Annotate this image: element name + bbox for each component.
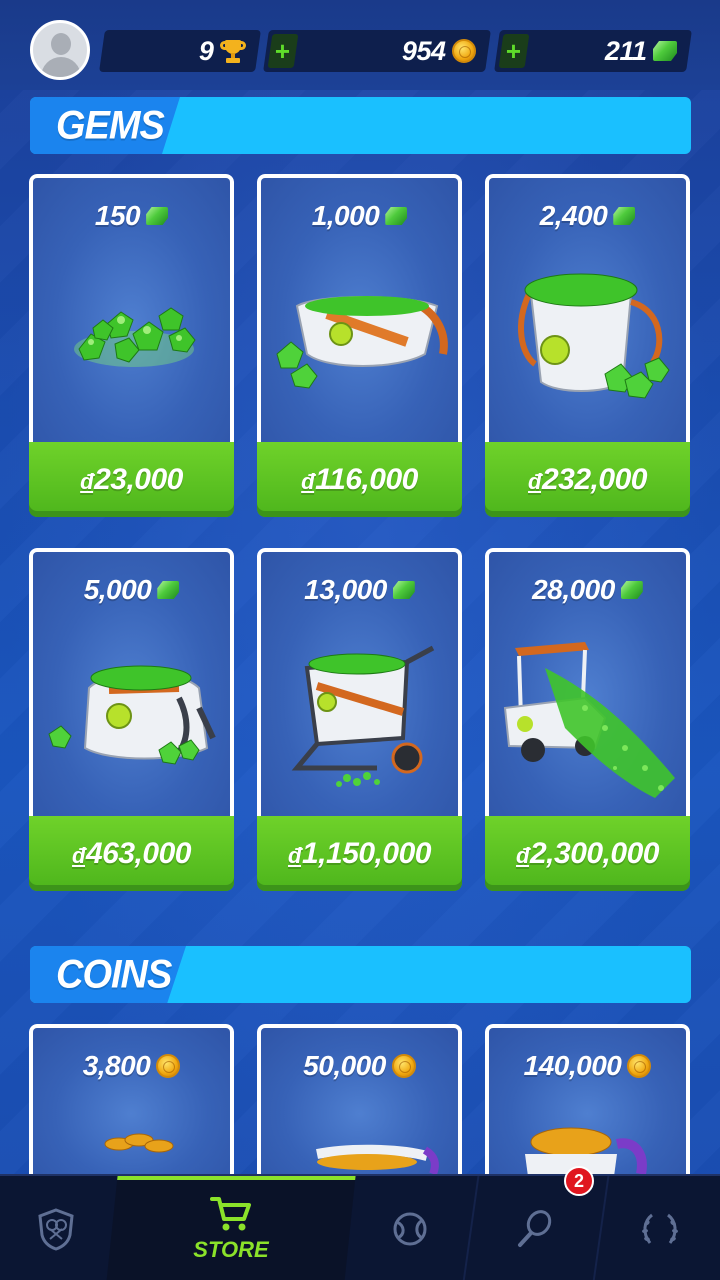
gem-pack-card[interactable]: 5,000 đ463,000 [29,548,234,891]
gem-icon [653,41,677,61]
gem-pack-price: 1,150,000 [301,836,431,870]
gem-pack-price: 23,000 [94,462,183,496]
coin-icon [627,1054,652,1078]
gem-pouch-image [276,296,448,389]
gem-pack-card[interactable]: 13,000 đ1,150,000 [257,548,462,891]
gem-bucket-image [518,273,670,399]
gem-pack-card[interactable]: 1,000 đ116,000 [257,174,462,517]
top-bar: 9 + 954 + 211 [0,0,720,90]
shield-racket-icon [38,1208,74,1251]
nav-club-tab[interactable] [0,1176,112,1280]
gem-pack-amount: 1,000 [311,200,380,231]
gems-section-header: GEMS [30,97,691,154]
gem-pack-price-button[interactable]: đ1,150,000 [257,816,462,891]
trophy-count: 9 [199,35,214,66]
bottom-navigation: STORE 2 [0,1166,720,1280]
nav-store-label: STORE [193,1237,269,1262]
gem-icon [146,207,169,225]
gem-pack-amount: 28,000 [532,574,615,605]
gem-pack-price-button[interactable]: đ116,000 [257,442,462,517]
coin-pack-card[interactable]: 3,800 [29,1024,234,1184]
nav-store-tab[interactable]: STORE [112,1176,350,1280]
tennis-ball-icon [393,1212,427,1246]
gem-pack-card[interactable]: 28,000 đ2,300,000 [485,548,690,891]
gem-pack-price-button[interactable]: đ232,000 [485,442,690,517]
coin-pack-card[interactable]: 50,000 [257,1024,462,1184]
coins-section-title: COINS [56,952,172,998]
player-avatar[interactable] [30,20,90,80]
add-gems-button[interactable]: + [498,34,530,68]
coin-icon [391,1054,416,1078]
gem-icon [157,581,180,599]
gem-pack-price-button[interactable]: đ2,300,000 [485,816,690,891]
gem-icon [392,581,415,599]
gem-pack-amount: 2,400 [539,200,608,231]
racket-icon [518,1210,552,1247]
gem-pack-amount: 13,000 [304,574,387,605]
coin-icon [452,39,476,63]
coin-pouch-image [316,1144,439,1176]
laurel-icon [642,1213,678,1244]
gem-pack-price: 116,000 [315,462,418,496]
rackets-notification-badge: 2 [564,1166,594,1196]
coins-section-header: COINS [30,946,691,1003]
cart-icon [210,1197,251,1231]
nav-play-tab[interactable] [350,1176,470,1280]
gem-pack-price: 463,000 [86,836,191,870]
gem-icon [613,207,636,225]
coin-counter: + 954 [263,30,491,72]
gem-pack-card[interactable]: 2,400 đ232,000 [485,174,690,517]
coin-pack-amount: 3,800 [82,1050,151,1081]
nav-rackets-tab[interactable]: 2 [470,1166,600,1280]
gem-golf-cart-image [503,642,675,798]
gem-pack-card[interactable]: 150 đ23,000 [29,174,234,517]
coin-pack-card[interactable]: 140,000 [485,1024,690,1184]
coin-pack-amount: 140,000 [523,1050,622,1081]
nav-rank-tab[interactable] [600,1176,720,1280]
gems-section-title: GEMS [56,103,165,149]
gem-count: 211 [605,35,647,66]
coin-count: 954 [402,35,446,66]
coin-icon [156,1054,181,1078]
gem-bag-image [48,665,216,765]
gem-pack-price-button[interactable]: đ463,000 [29,816,234,891]
gem-pack-price-button[interactable]: đ23,000 [29,442,234,517]
add-coins-button[interactable]: + [267,34,299,68]
trophy-counter: 9 [99,30,261,72]
coin-pack-amount: 50,000 [303,1050,386,1081]
gem-icon [385,207,408,225]
gem-counter: + 211 [494,30,692,72]
gem-pile-small-image [74,307,196,367]
gem-pack-amount: 150 [94,200,141,231]
gem-pack-amount: 5,000 [83,574,152,605]
gem-pack-price: 2,300,000 [529,836,659,870]
gem-icon [620,581,643,599]
gem-cart-image [291,645,435,787]
gem-pack-price: 232,000 [542,462,647,496]
coin-pile-image [104,1133,174,1153]
trophy-icon [220,38,246,64]
